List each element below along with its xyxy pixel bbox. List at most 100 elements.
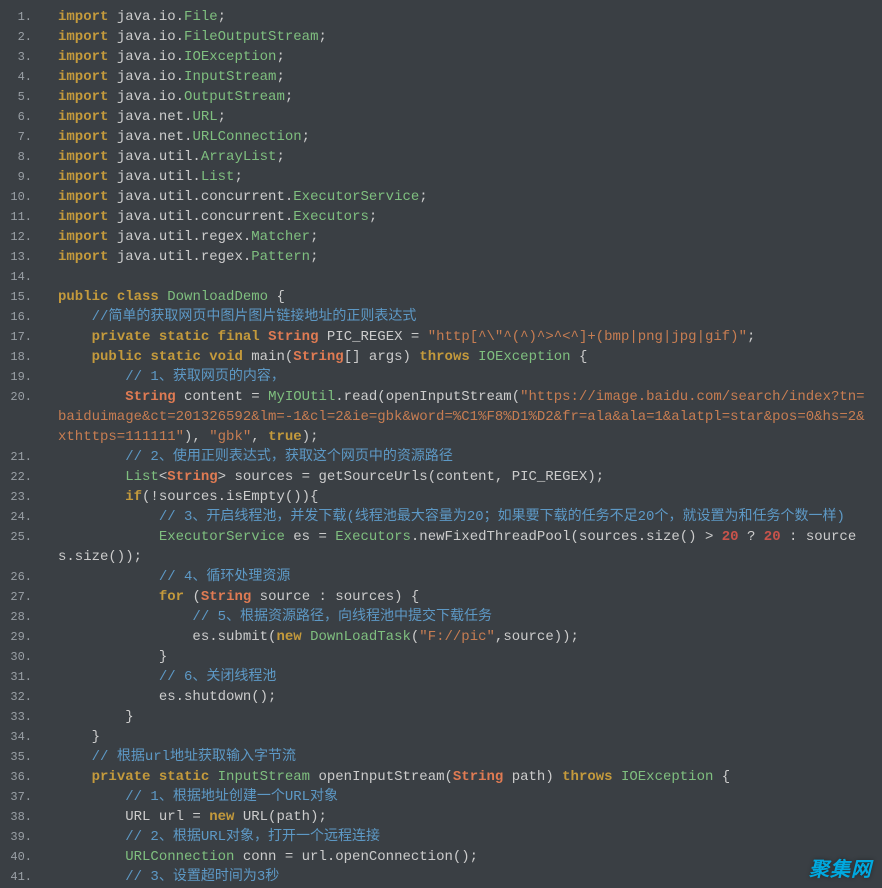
code-line: URLConnection conn = url.openConnection(…: [58, 847, 870, 867]
token-kw: import: [58, 49, 108, 65]
token-pln: java.util.regex.: [108, 229, 251, 245]
token-num: 20: [764, 529, 781, 545]
code-line: private static final String PIC_REGEX = …: [58, 327, 870, 347]
token-pln: [58, 769, 92, 785]
line-number: 41.: [0, 867, 40, 887]
line-number: 30.: [0, 647, 40, 667]
token-pln: [302, 629, 310, 645]
line-number: 37.: [0, 787, 40, 807]
token-cls: IOException: [184, 49, 276, 65]
token-kw: final: [218, 329, 260, 345]
token-pln: es =: [285, 529, 335, 545]
token-pln: [58, 349, 92, 365]
line-number: 36.: [0, 767, 40, 787]
code-line: List<String> sources = getSourceUrls(con…: [58, 467, 870, 487]
token-kw: public: [58, 289, 108, 305]
token-cmt: //简单的获取网页中图片图片链接地址的正则表达式: [92, 309, 417, 325]
token-kw: import: [58, 109, 108, 125]
token-kw: import: [58, 189, 108, 205]
token-pun: ;: [218, 9, 226, 25]
token-cls: URLConnection: [125, 849, 234, 865]
token-kw: if: [125, 489, 142, 505]
token-pun: ;: [310, 229, 318, 245]
code-line: if(!sources.isEmpty()){: [58, 487, 870, 507]
token-pun: ;: [276, 149, 284, 165]
line-number: 12.: [0, 227, 40, 247]
code-line: // 2、使用正则表达式，获取这个网页中的资源路径: [58, 447, 870, 467]
code-line: }: [58, 707, 870, 727]
token-kw: new: [276, 629, 301, 645]
token-pln: [201, 349, 209, 365]
token-pln: [58, 609, 192, 625]
line-number: 2.: [0, 27, 40, 47]
code-line: import java.io.FileOutputStream;: [58, 27, 870, 47]
token-cls: URL: [192, 109, 217, 125]
token-pln: [150, 769, 158, 785]
token-pln: source : sources) {: [251, 589, 419, 605]
token-pln: java.net.: [108, 109, 192, 125]
token-pln: [58, 309, 92, 325]
token-pun: ;: [419, 189, 427, 205]
token-kw: import: [58, 249, 108, 265]
code-line: // 3、设置超时间为3秒: [58, 867, 870, 887]
code-line: // 6、关闭线程池: [58, 667, 870, 687]
line-number: 29.: [0, 627, 40, 647]
token-kw: class: [117, 289, 159, 305]
line-number: 4.: [0, 67, 40, 87]
token-pln: es.shutdown();: [58, 689, 276, 705]
token-num: 20: [722, 529, 739, 545]
code-line: es.submit(new DownLoadTask("F://pic",sou…: [58, 627, 870, 647]
token-pln: {: [268, 289, 285, 305]
line-number: 19.: [0, 367, 40, 387]
line-number: 18.: [0, 347, 40, 367]
code-line: import java.util.regex.Matcher;: [58, 227, 870, 247]
token-pln: }: [58, 709, 134, 725]
token-pln: [58, 449, 125, 465]
token-kw: import: [58, 149, 108, 165]
token-cmt: // 2、使用正则表达式，获取这个网页中的资源路径: [125, 449, 453, 465]
token-pln: [58, 849, 125, 865]
token-str: "http[^\"^(^)^>^<^]+(bmp|png|jpg|gif)": [428, 329, 747, 345]
token-cmt: // 4、循环处理资源: [159, 569, 291, 585]
token-cmt: // 1、根据地址创建一个URL对象: [125, 789, 338, 805]
code-line: //简单的获取网页中图片图片链接地址的正则表达式: [58, 307, 870, 327]
token-pln: [58, 469, 125, 485]
token-pln: content =: [176, 389, 268, 405]
token-pln: java.util.concurrent.: [108, 189, 293, 205]
token-pun: ;: [285, 89, 293, 105]
code-line: public class DownloadDemo {: [58, 287, 870, 307]
token-pln: );: [302, 429, 319, 445]
code-line: import java.util.concurrent.Executors;: [58, 207, 870, 227]
code-line: import java.io.File;: [58, 7, 870, 27]
code-line: import java.io.OutputStream;: [58, 87, 870, 107]
token-cmt: // 1、获取网页的内容，: [125, 369, 285, 385]
code-line: // 1、获取网页的内容，: [58, 367, 870, 387]
line-number: 1.: [0, 7, 40, 27]
token-pln: path): [503, 769, 562, 785]
token-cls: Pattern: [251, 249, 310, 265]
token-pln: java.util.: [108, 169, 200, 185]
token-type: String: [293, 349, 343, 365]
token-pln: [58, 789, 125, 805]
token-cmt: // 2、根据URL对象，打开一个远程连接: [125, 829, 380, 845]
line-number: 8.: [0, 147, 40, 167]
line-number: 38.: [0, 807, 40, 827]
line-number: 7.: [0, 127, 40, 147]
code-line: // 5、根据资源路径，向线程池中提交下载任务: [58, 607, 870, 627]
line-number: 17.: [0, 327, 40, 347]
token-pln: [58, 329, 92, 345]
line-number: 24.: [0, 507, 40, 527]
token-pln: es.submit(: [58, 629, 276, 645]
token-cls: ArrayList: [201, 149, 277, 165]
line-number: 21.: [0, 447, 40, 467]
code-line: String content = MyIOUtil.read(openInput…: [58, 387, 870, 447]
line-number: 40.: [0, 847, 40, 867]
token-pln: ,source));: [495, 629, 579, 645]
token-pln: ),: [184, 429, 209, 445]
token-pun: ;: [302, 129, 310, 145]
token-pln: ,: [251, 429, 268, 445]
code-area[interactable]: import java.io.File;import java.io.FileO…: [40, 0, 882, 888]
token-kw: throws: [419, 349, 469, 365]
line-number: 27.: [0, 587, 40, 607]
code-line: import java.net.URL;: [58, 107, 870, 127]
